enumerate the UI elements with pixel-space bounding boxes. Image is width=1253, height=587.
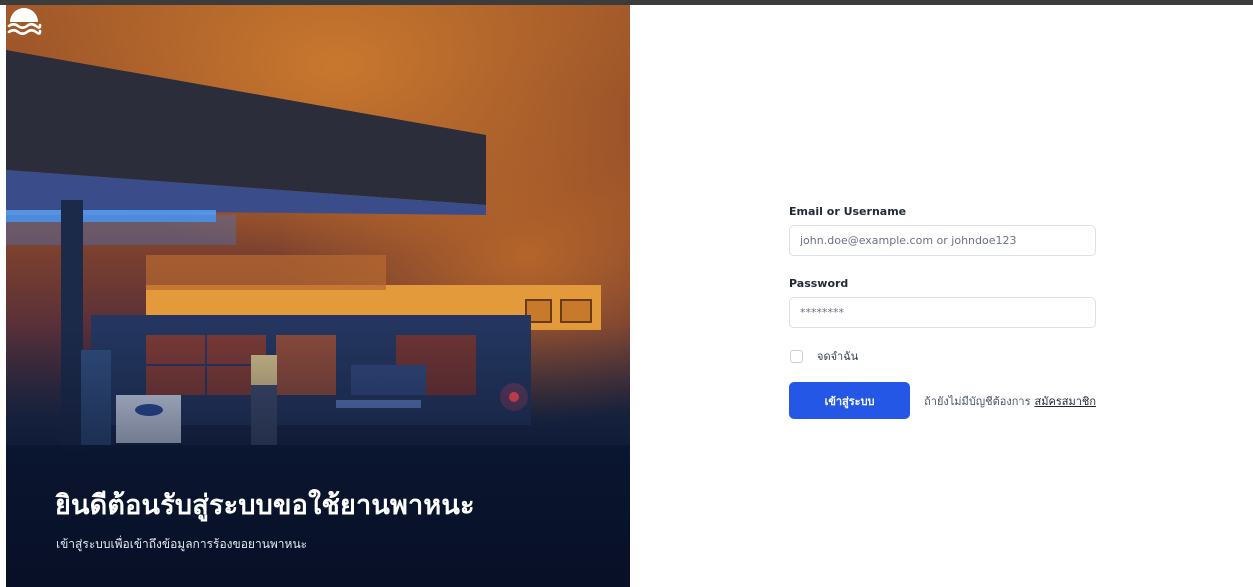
remember-me-row: จดจำฉัน bbox=[789, 348, 1096, 364]
hero-title: ยินดีต้อนรับสู่ระบบขอใช้ยานพาหนะ bbox=[55, 490, 475, 520]
password-label: Password bbox=[789, 277, 849, 290]
hero-panel: ยินดีต้อนรับสู่ระบบขอใช้ยานพาหนะ เข้าสู่… bbox=[6, 5, 630, 587]
form-actions: เข้าสู่ระบบ ถ้ายังไม่มีบัญชีต้องการ สมัคร… bbox=[789, 382, 1096, 419]
remember-me-checkbox[interactable] bbox=[790, 349, 803, 363]
signup-prompt-text: ถ้ายังไม่มีบัญชีต้องการ bbox=[924, 394, 1031, 408]
signup-link[interactable]: สมัครสมาชิก bbox=[1035, 395, 1097, 408]
login-form: Email or Username Password จดจำฉัน เข้าส… bbox=[789, 205, 1096, 419]
username-label: Email or Username bbox=[789, 205, 907, 218]
login-button[interactable]: เข้าสู่ระบบ bbox=[789, 382, 911, 419]
hero-subtitle: เข้าสู่ระบบเพื่อเข้าถึงข้อมูลการร้องขอยา… bbox=[56, 537, 308, 551]
signup-prompt: ถ้ายังไม่มีบัญชีต้องการ สมัครสมาชิก bbox=[924, 392, 1096, 410]
password-input[interactable] bbox=[789, 297, 1096, 328]
waves-icon bbox=[7, 8, 42, 36]
remember-me-label: จดจำฉัน bbox=[817, 350, 859, 363]
username-input[interactable] bbox=[789, 225, 1096, 256]
